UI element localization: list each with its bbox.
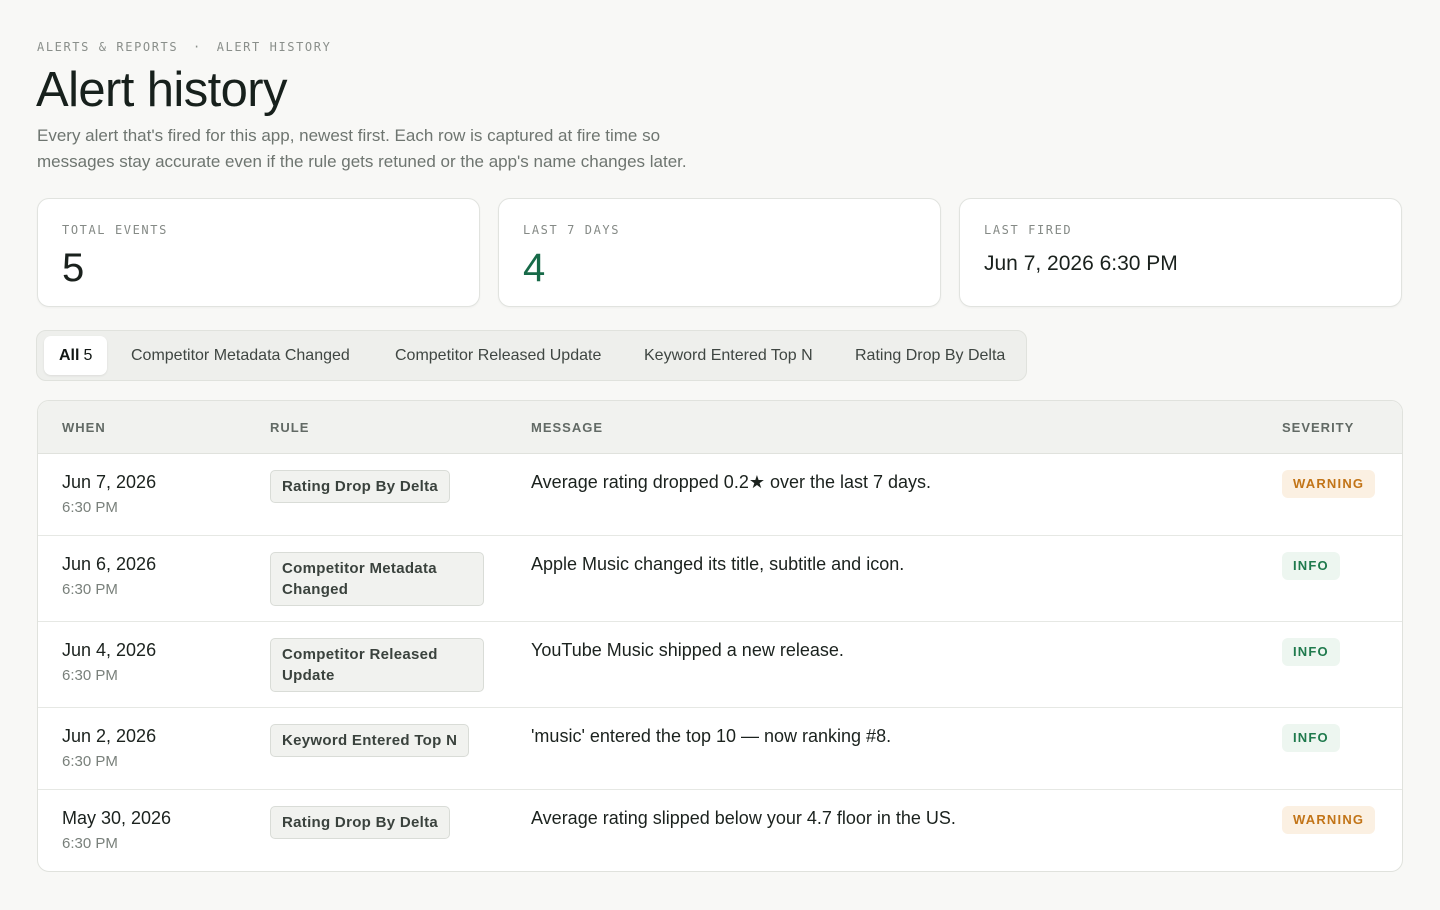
severity-badge: WARNING <box>1282 806 1376 834</box>
rule-chip: Rating Drop By Delta <box>270 806 451 839</box>
stat-label: TOTAL EVENTS <box>62 223 168 237</box>
filter-tab-competitor-metadata-changed[interactable]: Competitor Metadata Changed <box>131 336 350 375</box>
rule-chip: Competitor Metadata Changed <box>270 552 484 606</box>
page-subtitle: Every alert that's fired for this app, n… <box>37 126 687 171</box>
table-row[interactable]: Jun 2, 2026 6:30 PM Keyword Entered Top … <box>38 708 1402 790</box>
event-date: Jun 4, 2026 <box>62 640 157 660</box>
stat-card-last-7-days: LAST 7 DAYS 4 <box>498 198 941 307</box>
table-header: WHEN RULE MESSAGE SEVERITY <box>38 401 1402 454</box>
breadcrumb-parent[interactable]: ALERTS & REPORTS <box>37 40 178 54</box>
stat-label: LAST FIRED <box>984 223 1073 237</box>
filter-tab-keyword-entered-top-n[interactable]: Keyword Entered Top N <box>644 336 813 375</box>
table-row[interactable]: May 30, 2026 6:30 PM Rating Drop By Delt… <box>38 790 1402 871</box>
event-message: 'music' entered the top 10 — now ranking… <box>531 726 892 746</box>
stat-value: 4 <box>523 246 546 290</box>
alert-history-page: ALERTS & REPORTS · ALERT HISTORY Alert h… <box>0 0 1440 910</box>
rule-chip: Competitor Released Update <box>270 638 484 692</box>
page-title: Alert history <box>36 63 287 117</box>
stat-value: Jun 7, 2026 6:30 PM <box>984 252 1178 275</box>
rule-filter-tabs: All 5 Competitor Metadata Changed Competi… <box>36 330 1027 381</box>
severity-badge: WARNING <box>1282 470 1376 498</box>
stat-card-last-fired: LAST FIRED Jun 7, 2026 6:30 PM <box>959 198 1402 307</box>
table-row[interactable]: Jun 4, 2026 6:30 PM Competitor Released … <box>38 622 1402 708</box>
event-message: Apple Music changed its title, subtitle … <box>531 554 905 574</box>
stat-value: 5 <box>62 246 85 290</box>
event-date: Jun 6, 2026 <box>62 554 157 574</box>
table-row[interactable]: Jun 6, 2026 6:30 PM Competitor Metadata … <box>38 536 1402 622</box>
event-time: 6:30 PM <box>62 499 118 516</box>
event-message: Average rating slipped below your 4.7 fl… <box>531 808 956 828</box>
filter-tab-all[interactable]: All 5 <box>44 336 108 375</box>
rule-chip: Keyword Entered Top N <box>270 724 470 757</box>
severity-badge: INFO <box>1282 552 1340 580</box>
filter-tab-label: All <box>59 347 80 364</box>
stat-card-total-events: TOTAL EVENTS 5 <box>37 198 480 307</box>
rule-chip: Rating Drop By Delta <box>270 470 451 503</box>
column-header-rule: RULE <box>270 420 310 435</box>
breadcrumb: ALERTS & REPORTS · ALERT HISTORY <box>37 40 331 54</box>
table-row[interactable]: Jun 7, 2026 6:30 PM Rating Drop By Delta… <box>38 454 1402 536</box>
event-date: Jun 7, 2026 <box>62 472 157 492</box>
event-date: May 30, 2026 <box>62 808 172 828</box>
event-message: YouTube Music shipped a new release. <box>531 640 844 660</box>
alert-history-table: WHEN RULE MESSAGE SEVERITY Jun 7, 2026 6… <box>37 400 1403 872</box>
column-header-severity: SEVERITY <box>1282 420 1355 435</box>
event-time: 6:30 PM <box>62 581 118 598</box>
breadcrumb-current: ALERT HISTORY <box>216 40 332 54</box>
breadcrumb-separator: · <box>193 40 202 54</box>
event-time: 6:30 PM <box>62 667 118 684</box>
severity-badge: INFO <box>1282 724 1340 752</box>
column-header-when: WHEN <box>62 420 106 435</box>
event-message: Average rating dropped 0.2★ over the las… <box>531 472 932 492</box>
stat-label: LAST 7 DAYS <box>523 223 621 237</box>
column-header-message: MESSAGE <box>531 420 604 435</box>
event-date: Jun 2, 2026 <box>62 726 157 746</box>
filter-tab-rating-drop-by-delta[interactable]: Rating Drop By Delta <box>855 336 1005 375</box>
filter-tab-count: 5 <box>83 347 93 364</box>
filter-tab-competitor-released-update[interactable]: Competitor Released Update <box>395 336 601 375</box>
event-time: 6:30 PM <box>62 753 118 770</box>
event-time: 6:30 PM <box>62 835 118 852</box>
severity-badge: INFO <box>1282 638 1340 666</box>
